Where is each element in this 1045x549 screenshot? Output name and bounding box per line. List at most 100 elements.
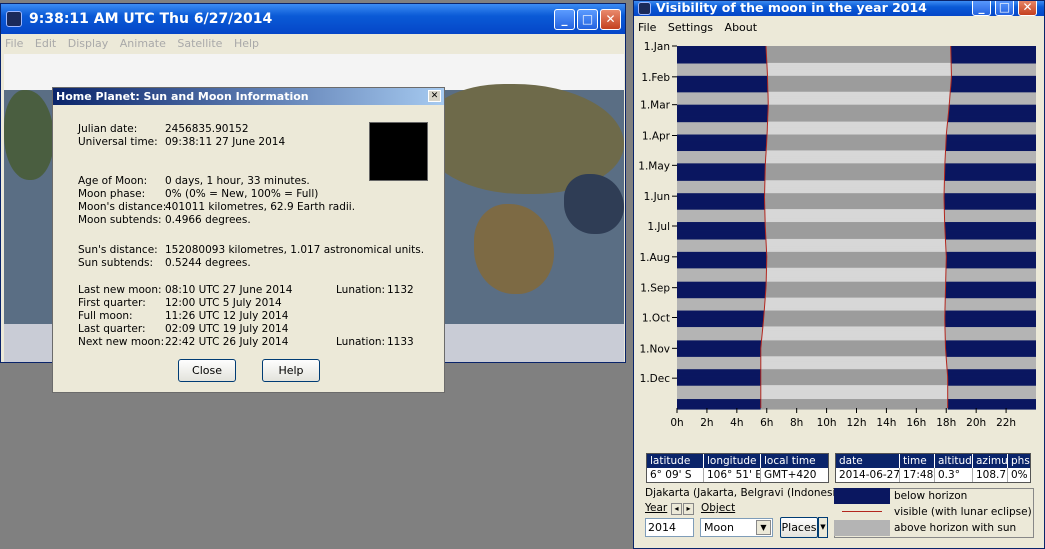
- legend-label-below: below horizon: [894, 490, 968, 502]
- lunation-value: 1133: [387, 336, 414, 348]
- x-tick-label: 10h: [817, 417, 837, 429]
- close-icon[interactable]: ✕: [428, 90, 441, 102]
- maximize-icon[interactable]: □: [577, 9, 598, 30]
- last-new-moon-label: Last new moon:: [78, 284, 162, 296]
- x-axis-ticks: 0h 2h 4h 6h 8h 10h 12h 14h 16h 18h 20h 22h: [670, 408, 1016, 429]
- last-new-moon-value: 08:10 UTC 27 June 2014: [165, 284, 293, 296]
- home-planet-titlebar[interactable]: 9:38:11 AM UTC Thu 6/27/2014 _ □ ✕: [1, 4, 625, 34]
- minimize-icon[interactable]: _: [972, 1, 991, 16]
- band-night-morning: [677, 266, 767, 269]
- help-button[interactable]: Help: [262, 359, 320, 382]
- header-longitude: longitude: [704, 454, 761, 468]
- year-next-arrow-icon[interactable]: ▸: [683, 503, 694, 515]
- menu-file[interactable]: File: [634, 18, 660, 38]
- lunation-label: Lunation:: [336, 336, 386, 348]
- legend-swatch-visible: [834, 504, 890, 520]
- menu-satellite[interactable]: Satellite: [173, 34, 226, 54]
- moon-subtends-label: Moon subtends:: [78, 214, 162, 226]
- year-prev-arrow-icon[interactable]: ◂: [671, 503, 682, 515]
- legend-swatch-below: [834, 488, 890, 504]
- band-night-morning: [677, 355, 761, 357]
- band-night-morning: [677, 90, 768, 93]
- y-tick-label: 1.May: [638, 160, 670, 172]
- position-table-header: date time altitude azimut phs: [836, 454, 1030, 468]
- x-tick-label: 18h: [936, 417, 956, 429]
- menu-settings[interactable]: Settings: [664, 18, 717, 38]
- close-icon[interactable]: ✕: [600, 9, 621, 30]
- places-dropdown-icon[interactable]: ▼: [818, 517, 828, 538]
- x-tick-label: 16h: [906, 417, 926, 429]
- visibility-bands: [677, 46, 1036, 410]
- position-table: date time altitude azimut phs 2014-06-27…: [835, 453, 1031, 483]
- longitude-value: 106° 51' E: [704, 468, 761, 482]
- x-tick-label: 20h: [966, 417, 986, 429]
- time-value: 17:48: [900, 468, 935, 482]
- places-button[interactable]: Places: [780, 517, 818, 538]
- legend-item-visible: visible (with lunar eclipse): [834, 504, 1033, 520]
- y-tick-label: 1.Jul: [647, 221, 670, 233]
- chevron-down-icon[interactable]: ▼: [756, 520, 771, 535]
- home-planet-app-icon: [6, 11, 22, 27]
- band-night-evening: [945, 237, 1036, 240]
- object-select[interactable]: Moon ▼: [700, 518, 773, 537]
- band-night-evening: [945, 296, 1036, 299]
- legend-item-above-horizon: above horizon with sun: [834, 520, 1033, 536]
- year-input[interactable]: [645, 518, 694, 537]
- band-night-morning: [677, 384, 761, 386]
- legend-label-above: above horizon with sun: [894, 522, 1017, 534]
- next-new-moon-value: 22:42 UTC 26 July 2014: [165, 336, 289, 348]
- y-tick-label: 1.Feb: [641, 72, 670, 84]
- band-night-evening: [947, 408, 1036, 410]
- x-tick-label: 14h: [876, 417, 896, 429]
- universal-time-label: Universal time:: [78, 136, 158, 148]
- band-night-morning: [677, 179, 765, 181]
- visibility-menubar: File Settings About: [634, 18, 1044, 38]
- visibility-chart[interactable]: 1.Jan 1.Feb 1.Mar 1.Apr 1.May 1.Jun 1.Jul 1.Aug…: [634, 38, 1044, 442]
- header-altitude: altitude: [935, 454, 973, 468]
- band-night-evening: [944, 325, 1036, 328]
- band-night-evening: [947, 384, 1036, 386]
- header-phs: phs: [1011, 455, 1030, 467]
- band-night-morning: [677, 408, 761, 410]
- y-tick-label: 1.Nov: [639, 343, 670, 355]
- y-tick-label: 1.Sep: [640, 283, 670, 295]
- moon-phase-image: [369, 122, 428, 181]
- moon-distance-value: 401011 kilometres, 62.9 Earth radii.: [165, 201, 356, 213]
- visibility-title: Visibility of the moon in the year 2014: [656, 1, 927, 15]
- band-night-morning: [677, 61, 767, 64]
- y-tick-label: 1.Jun: [644, 191, 670, 203]
- object-select-value: Moon: [704, 521, 734, 534]
- position-table-row: 2014-06-27 17:48 0.3° 108.7° 0%: [836, 468, 1030, 482]
- close-icon[interactable]: ✕: [1018, 1, 1037, 16]
- menu-file[interactable]: File: [1, 34, 27, 54]
- menu-animate[interactable]: Animate: [116, 34, 170, 54]
- menu-edit[interactable]: Edit: [31, 34, 60, 54]
- x-tick-label: 12h: [846, 417, 866, 429]
- moon-distance-label: Moon's distance:: [78, 201, 167, 213]
- azimut-value: 108.7°: [973, 468, 1008, 482]
- band-night-morning: [677, 208, 765, 210]
- visibility-app-icon: [638, 2, 651, 15]
- info-dialog-titlebar[interactable]: Home Planet: Sun and Moon Information: [53, 88, 444, 105]
- menu-help[interactable]: Help: [230, 34, 263, 54]
- header-time: time: [900, 454, 935, 468]
- sun-subtends-value: 0.5244 degrees.: [165, 257, 251, 269]
- full-moon-label: Full moon:: [78, 310, 133, 322]
- band-night-morning: [677, 149, 767, 152]
- x-tick-label: 22h: [996, 417, 1016, 429]
- maximize-icon[interactable]: □: [995, 1, 1014, 16]
- close-button[interactable]: Close: [178, 359, 236, 382]
- menu-about[interactable]: About: [721, 18, 762, 38]
- moon-phase-value: 0% (0% = New, 100% = Full): [165, 188, 319, 200]
- date-value: 2014-06-27: [836, 468, 900, 482]
- visibility-titlebar[interactable]: Visibility of the moon in the year 2014 …: [634, 1, 1044, 16]
- home-planet-title: 9:38:11 AM UTC Thu 6/27/2014: [29, 11, 273, 27]
- x-tick-label: 4h: [730, 417, 743, 429]
- menu-display[interactable]: Display: [64, 34, 113, 54]
- x-tick-label: 6h: [760, 417, 773, 429]
- y-tick-label: 1.Aug: [639, 252, 670, 264]
- moon-subtends-value: 0.4966 degrees.: [165, 214, 251, 226]
- universal-time-value: 09:38:11 27 June 2014: [165, 136, 286, 148]
- minimize-icon[interactable]: _: [554, 9, 575, 30]
- landmass-australia: [474, 204, 554, 294]
